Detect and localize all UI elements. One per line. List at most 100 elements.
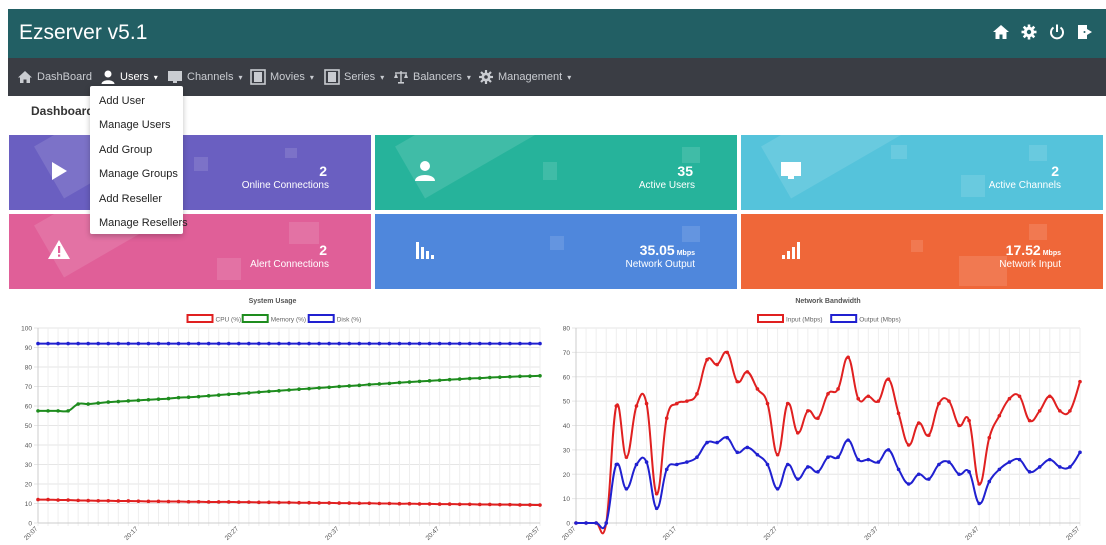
data-point xyxy=(498,341,502,346)
tile-decoration xyxy=(682,226,700,242)
data-point xyxy=(56,409,60,413)
nav-series[interactable]: Series ▾ xyxy=(324,58,384,96)
data-point xyxy=(176,499,181,504)
data-point xyxy=(427,341,432,346)
data-point xyxy=(36,341,40,346)
tile-online-connections[interactable]: 2 Online Connections xyxy=(9,135,371,210)
data-point xyxy=(307,341,311,346)
data-point xyxy=(1007,396,1012,401)
data-point xyxy=(136,398,141,403)
data-point xyxy=(277,341,281,346)
data-point xyxy=(437,378,442,383)
tile-label: Network Output xyxy=(625,259,695,270)
data-point xyxy=(337,384,342,389)
home-icon[interactable] xyxy=(992,23,1010,41)
menu-item-add-user[interactable]: Add User xyxy=(99,95,145,107)
data-point xyxy=(528,374,532,378)
data-point xyxy=(287,500,291,505)
data-point xyxy=(488,375,492,380)
tile-active-channels[interactable]: 2 Active Channels xyxy=(741,135,1103,210)
data-point xyxy=(538,373,542,378)
data-point xyxy=(644,460,649,464)
tile-network-input[interactable]: 17.52 Mbps Network Input xyxy=(741,214,1103,289)
tile-decoration xyxy=(1029,145,1047,161)
data-point xyxy=(477,376,482,380)
tile-network-output[interactable]: 35.05 Mbps Network Output xyxy=(375,214,737,289)
legend-swatch xyxy=(186,314,214,323)
nav-movies[interactable]: Movies ▾ xyxy=(250,58,314,96)
data-point xyxy=(508,502,512,507)
tile-decoration xyxy=(961,175,985,197)
data-point xyxy=(634,404,639,408)
data-point xyxy=(146,341,151,346)
data-point xyxy=(417,379,422,384)
monitor-icon xyxy=(781,162,801,179)
data-point xyxy=(614,462,619,467)
data-point xyxy=(654,491,659,496)
data-point xyxy=(518,503,522,507)
data-point xyxy=(327,385,331,390)
data-point xyxy=(136,499,141,503)
legend-label: Memory (%) xyxy=(271,317,306,324)
power-icon[interactable] xyxy=(1048,23,1066,41)
data-point xyxy=(1027,418,1032,423)
network-bandwidth-chart: Network Bandwidth Input (Mbps) Output (Mbp… xyxy=(561,298,1082,542)
data-point xyxy=(447,341,452,346)
data-point xyxy=(785,401,790,406)
tile-active-users[interactable]: 35 Active Users xyxy=(375,135,737,210)
tile-decoration xyxy=(911,240,923,252)
data-point xyxy=(528,503,532,507)
data-point xyxy=(916,472,921,477)
nav-label: Balancers xyxy=(413,71,462,83)
nav-balancers[interactable]: Balancers ▾ xyxy=(393,58,471,96)
menu-item-manage-users[interactable]: Manage Users xyxy=(99,119,171,131)
data-point xyxy=(765,401,770,406)
data-point xyxy=(437,341,442,346)
gear-icon[interactable] xyxy=(1020,23,1038,41)
data-point xyxy=(997,467,1002,472)
data-point xyxy=(226,500,231,504)
data-point xyxy=(664,416,669,420)
menu-item-add-group[interactable]: Add Group xyxy=(99,144,152,156)
nav-management[interactable]: Management ▾ xyxy=(478,58,571,96)
data-point xyxy=(1058,465,1062,469)
data-point xyxy=(86,402,90,406)
data-point xyxy=(715,440,719,445)
menu-item-manage-groups[interactable]: Manage Groups xyxy=(99,168,178,180)
data-point xyxy=(457,502,462,507)
data-point xyxy=(307,500,311,505)
data-point xyxy=(387,381,392,386)
x-tick-label: 20:07 xyxy=(23,525,40,542)
tile-decoration xyxy=(217,258,241,280)
logout-icon[interactable] xyxy=(1076,23,1094,41)
data-point xyxy=(826,392,830,396)
data-point xyxy=(755,452,760,457)
tile-label: Alert Connections xyxy=(250,259,329,270)
menu-item-add-reseller[interactable]: Add Reseller xyxy=(99,193,162,205)
data-point xyxy=(447,502,452,506)
data-point xyxy=(916,421,921,425)
app-title: Ezserver v5.1 xyxy=(19,21,148,44)
data-point xyxy=(387,501,392,506)
data-point xyxy=(377,341,382,346)
data-point xyxy=(66,498,70,502)
data-point xyxy=(427,379,432,383)
data-point xyxy=(1017,457,1022,462)
data-point xyxy=(447,377,452,382)
data-point xyxy=(257,390,261,394)
data-point xyxy=(927,477,931,481)
page-title: Dashboard xyxy=(31,104,94,118)
data-point xyxy=(116,341,121,346)
data-point xyxy=(96,341,101,346)
data-point xyxy=(987,479,992,484)
data-point xyxy=(795,431,800,435)
data-point xyxy=(257,500,261,505)
play-icon xyxy=(52,162,67,180)
data-point xyxy=(76,341,80,346)
nav-dashboard[interactable]: DashBoard xyxy=(17,58,92,96)
data-point xyxy=(977,482,981,486)
menu-item-manage-resellers[interactable]: Manage Resellers xyxy=(99,217,188,229)
data-point xyxy=(498,502,502,507)
data-point xyxy=(136,341,141,346)
tile-alert-connections[interactable]: 2 Alert Connections xyxy=(9,214,371,289)
